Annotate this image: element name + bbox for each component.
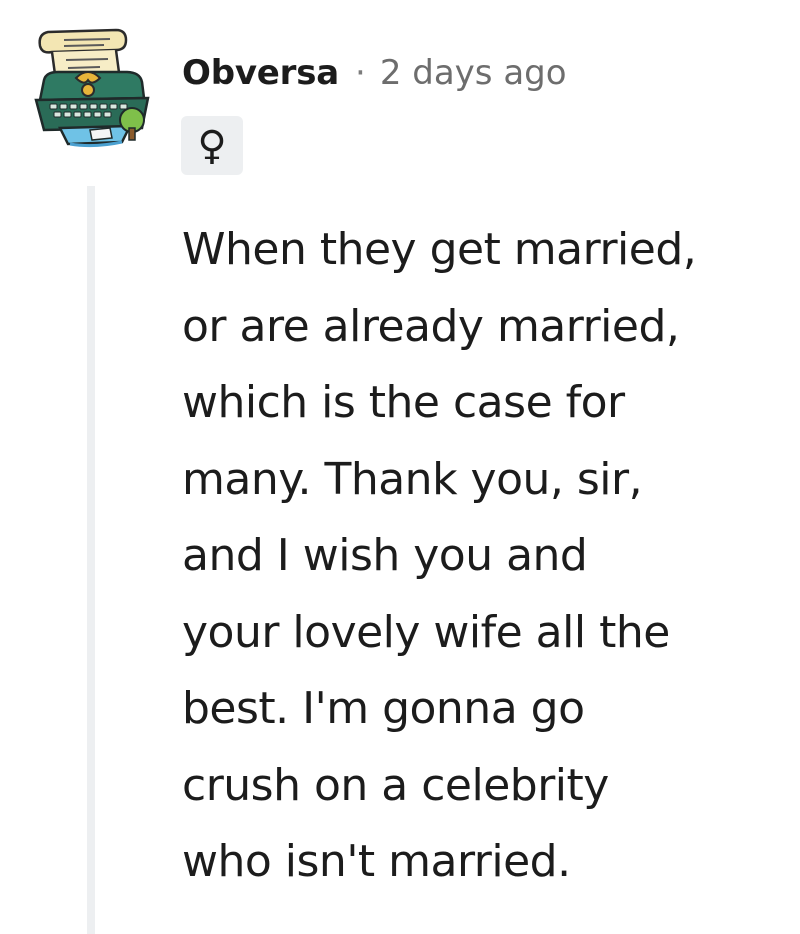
typewriter-scroll-avatar-icon <box>34 28 150 148</box>
comment-body-line: or are already married, <box>182 300 680 352</box>
timestamp[interactable]: 2 days ago <box>380 53 567 93</box>
user-flair: ♀ <box>181 116 243 175</box>
thread-collapse-line[interactable] <box>87 186 95 934</box>
comment: Obversa · 2 days ago ♀ When they get mar… <box>0 0 800 934</box>
username[interactable]: Obversa <box>182 53 339 93</box>
comment-body-line: which is the case for <box>182 377 625 428</box>
female-sign-icon: ♀ <box>197 122 227 169</box>
comment-body: When they get married, or are already ma… <box>182 212 782 901</box>
comment-body-line: When they get married, <box>182 224 697 275</box>
comment-body-line: best. I'm gonna go <box>182 683 585 734</box>
comment-body-line: your lovely wife all the <box>182 606 670 658</box>
comment-body-line: crush on a celebrity <box>182 759 609 811</box>
meta-separator: · <box>355 53 366 93</box>
comment-meta: Obversa · 2 days ago <box>182 48 567 98</box>
comment-body-line: and I wish you and <box>182 530 588 581</box>
avatar[interactable] <box>30 20 160 150</box>
comment-body-line: many. Thank you, sir, <box>182 453 643 505</box>
comment-body-line: who isn't married. <box>182 836 571 887</box>
